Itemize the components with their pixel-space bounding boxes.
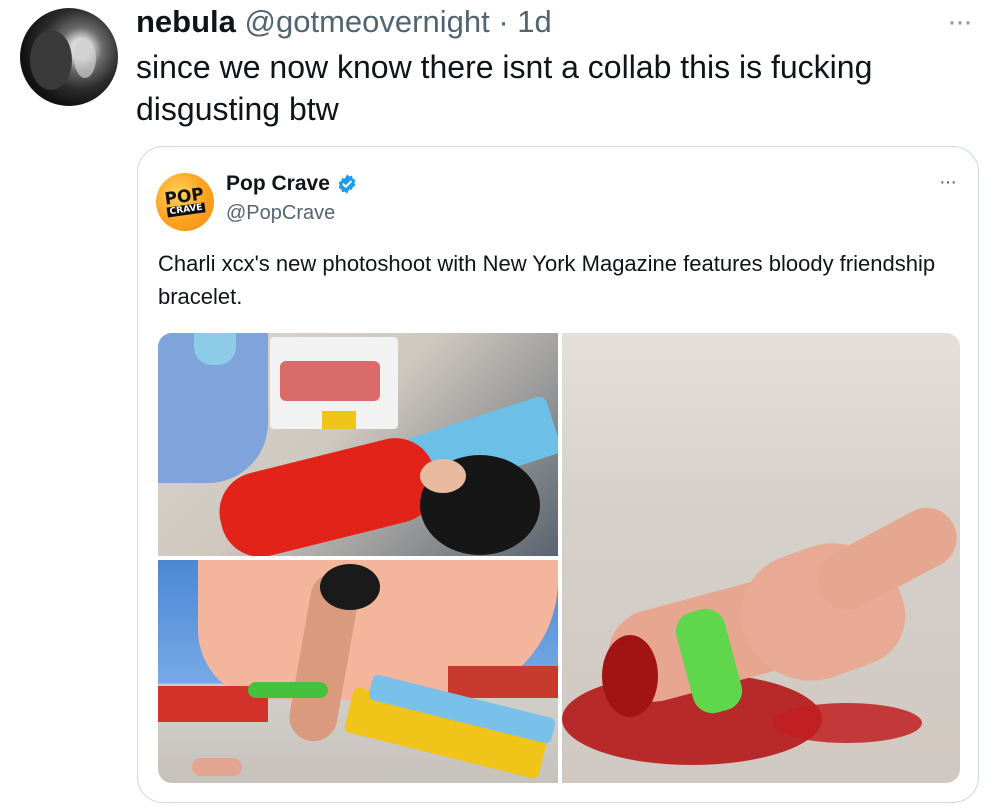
red-building-right [448, 666, 558, 698]
cut-wound [602, 635, 658, 717]
display-name[interactable]: nebula [136, 4, 236, 39]
photo-1-stretcher-scene[interactable] [158, 333, 558, 556]
tweet-header: nebula @gotmeovernight · 1d [136, 4, 552, 40]
blood-splatter [772, 703, 922, 743]
quoted-more-options-icon[interactable]: ··· [939, 171, 957, 194]
quoted-handle[interactable]: @PopCrave [226, 202, 335, 225]
face [420, 459, 466, 493]
surgeon-mask [194, 333, 236, 365]
tweet-text: since we now know there isnt a collab th… [136, 49, 873, 127]
quoted-display-name-row: Pop Crave [226, 172, 358, 196]
hazard-label [322, 411, 356, 429]
photo-2-giant-hand-scene[interactable] [158, 560, 558, 783]
avatar-highlight [74, 38, 96, 78]
more-options-icon[interactable]: ··· [939, 4, 979, 40]
quoted-avatar[interactable]: POP CRAVE [152, 169, 218, 235]
quoted-display-name[interactable]: Pop Crave [226, 172, 330, 196]
profile-avatar[interactable] [20, 8, 118, 106]
separator-dot: · [498, 4, 509, 39]
severed-hand-small [192, 758, 242, 776]
cooler-contents [280, 361, 380, 401]
quoted-tweet[interactable]: POP CRAVE Pop Crave @PopCrave ··· Charli… [137, 146, 979, 803]
media-grid [158, 333, 960, 783]
green-bracelet [248, 682, 328, 698]
user-handle[interactable]: @gotmeovernight [245, 4, 490, 39]
dancer-hair [320, 564, 380, 610]
verified-badge-icon [338, 174, 356, 194]
avatar-shade [30, 30, 72, 90]
photo-3-severed-hand[interactable] [562, 333, 960, 783]
timestamp[interactable]: 1d [517, 4, 551, 39]
quoted-text: Charli xcx's new photoshoot with New Yor… [158, 251, 936, 309]
